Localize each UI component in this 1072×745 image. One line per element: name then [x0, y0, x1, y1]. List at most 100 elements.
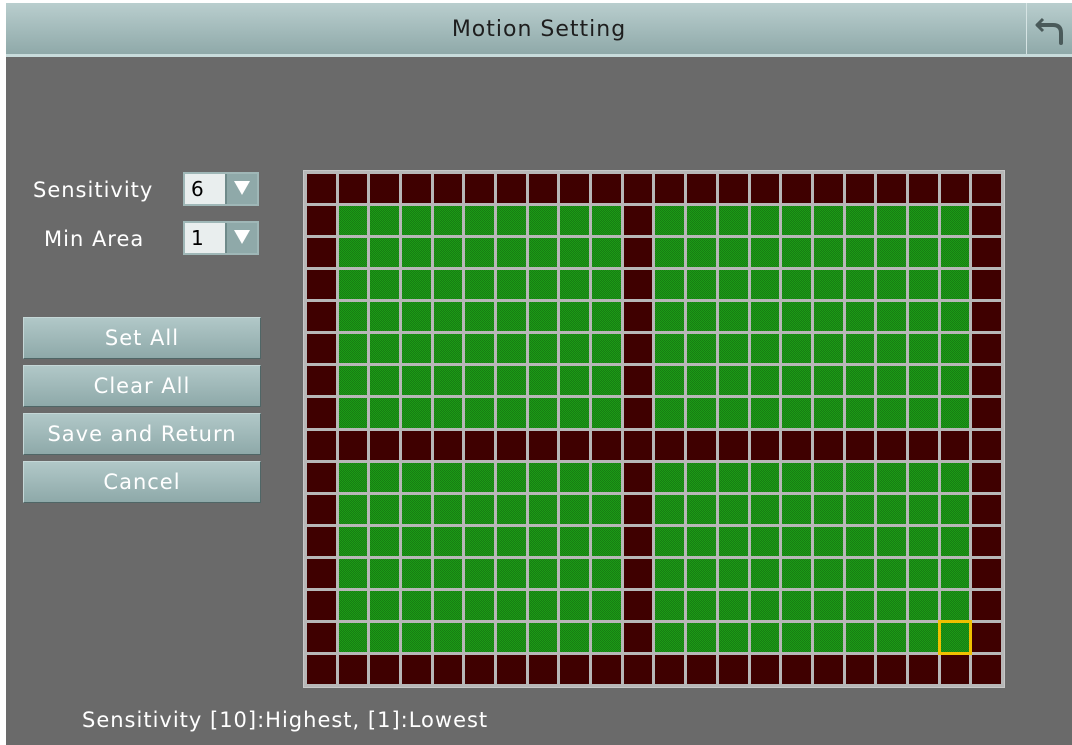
grid-cell-active[interactable]	[592, 526, 621, 556]
grid-cell-active[interactable]	[940, 334, 970, 364]
grid-cell-active[interactable]	[845, 622, 875, 652]
grid-cell-active[interactable]	[940, 238, 970, 268]
grid-cell-inactive[interactable]	[972, 206, 1001, 236]
set-all-button[interactable]: Set All	[23, 317, 261, 359]
grid-cell-active[interactable]	[497, 334, 526, 364]
grid-cell-active[interactable]	[402, 302, 431, 332]
grid-cell-inactive[interactable]	[465, 654, 495, 684]
grid-cell-inactive[interactable]	[687, 654, 716, 684]
grid-cell-inactive[interactable]	[972, 526, 1001, 556]
grid-cell-active[interactable]	[592, 494, 621, 524]
back-button[interactable]	[1026, 3, 1072, 54]
grid-cell-active[interactable]	[845, 270, 875, 300]
grid-cell-inactive[interactable]	[623, 174, 653, 204]
grid-cell-active[interactable]	[813, 398, 843, 428]
grid-cell-active[interactable]	[750, 590, 780, 620]
grid-cell-active[interactable]	[338, 334, 368, 364]
grid-cell-active[interactable]	[592, 398, 621, 428]
grid-cell-active[interactable]	[497, 238, 526, 268]
grid-cell-active[interactable]	[782, 366, 811, 396]
grid-cell-active[interactable]	[433, 270, 463, 300]
grid-cell-inactive[interactable]	[940, 430, 970, 460]
grid-cell-active[interactable]	[402, 398, 431, 428]
grid-cell-inactive[interactable]	[338, 174, 368, 204]
grid-cell-active[interactable]	[908, 238, 938, 268]
grid-cell-active[interactable]	[465, 270, 495, 300]
grid-cell-active[interactable]	[877, 270, 906, 300]
grid-cell-active[interactable]	[528, 494, 558, 524]
grid-cell-active[interactable]	[528, 270, 558, 300]
grid-cell-inactive[interactable]	[813, 430, 843, 460]
grid-cell-active[interactable]	[592, 366, 621, 396]
grid-cell-inactive[interactable]	[560, 174, 590, 204]
grid-cell-active[interactable]	[497, 462, 526, 492]
grid-cell-active[interactable]	[370, 526, 400, 556]
grid-cell-active[interactable]	[338, 366, 368, 396]
grid-cell-active[interactable]	[782, 398, 811, 428]
grid-cell-inactive[interactable]	[497, 430, 526, 460]
grid-cell-active[interactable]	[528, 206, 558, 236]
grid-cell-active[interactable]	[433, 494, 463, 524]
grid-cell-active[interactable]	[813, 526, 843, 556]
grid-cell-active[interactable]	[877, 590, 906, 620]
grid-cell-active[interactable]	[433, 590, 463, 620]
grid-cell-active[interactable]	[718, 270, 748, 300]
grid-cell-active[interactable]	[497, 270, 526, 300]
grid-cell-active[interactable]	[338, 206, 368, 236]
grid-cell-active[interactable]	[813, 366, 843, 396]
grid-cell-active[interactable]	[813, 462, 843, 492]
grid-cell-inactive[interactable]	[750, 174, 780, 204]
grid-cell-active[interactable]	[782, 238, 811, 268]
grid-cell-active[interactable]	[560, 302, 590, 332]
grid-cell-active[interactable]	[750, 462, 780, 492]
grid-cell-inactive[interactable]	[307, 654, 336, 684]
grid-cell-inactive[interactable]	[402, 174, 431, 204]
grid-cell-active[interactable]	[433, 302, 463, 332]
grid-cell-inactive[interactable]	[370, 174, 400, 204]
grid-cell-inactive[interactable]	[940, 174, 970, 204]
grid-cell-inactive[interactable]	[687, 174, 716, 204]
grid-cell-active[interactable]	[528, 558, 558, 588]
grid-cell-inactive[interactable]	[687, 430, 716, 460]
grid-cell-active[interactable]	[845, 558, 875, 588]
grid-cell-inactive[interactable]	[528, 654, 558, 684]
grid-cell-active[interactable]	[908, 590, 938, 620]
grid-cell-active[interactable]	[718, 526, 748, 556]
grid-cell-active[interactable]	[402, 238, 431, 268]
grid-cell-inactive[interactable]	[813, 174, 843, 204]
grid-cell-active[interactable]	[338, 238, 368, 268]
grid-cell-inactive[interactable]	[623, 462, 653, 492]
grid-cell-inactive[interactable]	[623, 334, 653, 364]
grid-cell-inactive[interactable]	[782, 430, 811, 460]
grid-cell-inactive[interactable]	[560, 430, 590, 460]
grid-cell-active[interactable]	[402, 590, 431, 620]
grid-cell-active[interactable]	[813, 558, 843, 588]
grid-cell-active[interactable]	[402, 526, 431, 556]
grid-cell-active[interactable]	[937, 619, 973, 655]
grid-cell-active[interactable]	[750, 270, 780, 300]
grid-cell-active[interactable]	[402, 206, 431, 236]
grid-cell-active[interactable]	[750, 398, 780, 428]
grid-cell-active[interactable]	[718, 558, 748, 588]
grid-cell-inactive[interactable]	[307, 462, 336, 492]
grid-cell-active[interactable]	[687, 622, 716, 652]
grid-cell-active[interactable]	[718, 590, 748, 620]
grid-cell-active[interactable]	[750, 302, 780, 332]
grid-cell-inactive[interactable]	[592, 654, 621, 684]
grid-cell-inactive[interactable]	[623, 270, 653, 300]
grid-cell-active[interactable]	[560, 622, 590, 652]
grid-cell-active[interactable]	[813, 494, 843, 524]
grid-cell-active[interactable]	[750, 334, 780, 364]
grid-cell-active[interactable]	[813, 622, 843, 652]
grid-cell-active[interactable]	[560, 590, 590, 620]
grid-cell-active[interactable]	[655, 238, 685, 268]
grid-cell-inactive[interactable]	[307, 430, 336, 460]
grid-cell-active[interactable]	[908, 462, 938, 492]
grid-cell-active[interactable]	[497, 590, 526, 620]
grid-cell-active[interactable]	[940, 270, 970, 300]
grid-cell-active[interactable]	[338, 558, 368, 588]
grid-cell-active[interactable]	[813, 590, 843, 620]
grid-cell-active[interactable]	[782, 590, 811, 620]
grid-cell-inactive[interactable]	[972, 558, 1001, 588]
grid-cell-active[interactable]	[465, 366, 495, 396]
